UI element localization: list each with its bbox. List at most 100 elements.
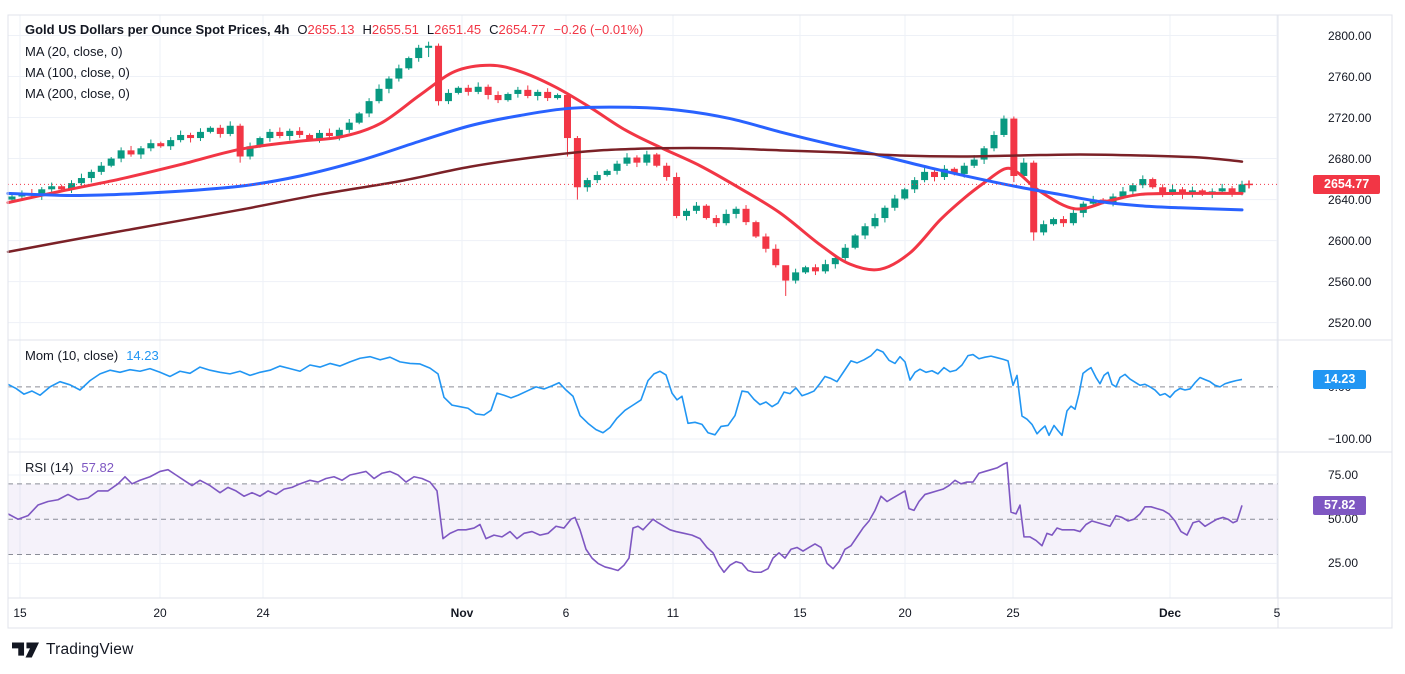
candle: [653, 153, 660, 167]
time-axis-label: 20: [153, 606, 166, 620]
candle: [514, 87, 521, 98]
candle: [1139, 175, 1146, 188]
candle: [78, 174, 85, 186]
price-axis-label: 2520.00: [1328, 316, 1371, 330]
candle: [1060, 216, 1067, 227]
candle: [276, 127, 283, 138]
candle: [673, 173, 680, 219]
time-axis-label: 15: [793, 606, 806, 620]
candle: [614, 161, 621, 175]
candle: [366, 98, 373, 117]
candle: [624, 153, 631, 166]
candle: [504, 92, 511, 101]
candle: [812, 264, 819, 275]
price-axis-label: 2600.00: [1328, 234, 1371, 248]
candle: [683, 209, 690, 221]
candle: [207, 126, 214, 133]
indicator-legend-ma20[interactable]: MA (20, close, 0): [25, 44, 123, 59]
candle: [356, 112, 363, 124]
tradingview-logo-text: TradingView: [46, 641, 134, 659]
time-axis-label: Dec: [1159, 606, 1181, 620]
rsi-axis-label: 25.00: [1328, 556, 1358, 570]
candles: [9, 42, 1246, 296]
candle: [118, 147, 125, 162]
current-price-badge: 2654.77: [1313, 175, 1380, 194]
open-key: O: [297, 22, 307, 37]
rsi-label: RSI (14): [25, 460, 73, 475]
tradingview-logo[interactable]: TradingView: [12, 641, 134, 659]
indicator-legend-ma200[interactable]: MA (200, close, 0): [25, 86, 130, 101]
candle: [554, 93, 561, 99]
candle: [544, 88, 551, 101]
candle: [871, 214, 878, 229]
candle: [227, 121, 234, 136]
time-axis-label: 11: [667, 606, 679, 620]
candle: [822, 260, 829, 274]
ma100-label: MA (100, close, 0): [25, 65, 130, 80]
candle: [901, 188, 908, 200]
candle: [495, 91, 502, 103]
momentum-line: [8, 349, 1242, 435]
candle: [782, 265, 789, 296]
candle: [713, 215, 720, 227]
low-key: L: [427, 22, 434, 37]
candle: [177, 131, 184, 143]
symbol-title: Gold US Dollars per Ounce Spot Prices, 4…: [25, 22, 289, 37]
candle: [395, 65, 402, 82]
candle: [1159, 184, 1166, 197]
chart-canvas[interactable]: [0, 0, 1405, 674]
candle: [1149, 178, 1156, 189]
candle: [633, 155, 640, 167]
indicator-legend-momentum[interactable]: Mom (10, close) 14.23: [25, 348, 159, 363]
candle: [991, 131, 998, 151]
close-value: 2654.77: [499, 22, 546, 37]
candle: [98, 162, 105, 175]
price-axis-label: 2560.00: [1328, 275, 1371, 289]
time-axis-label: 20: [898, 606, 911, 620]
candle: [475, 82, 482, 94]
tradingview-chart-widget: 2800.002760.002720.002680.002640.002600.…: [0, 0, 1405, 674]
price-axis-label: 2720.00: [1328, 111, 1371, 125]
candle: [385, 76, 392, 93]
symbol-legend-row[interactable]: Gold US Dollars per Ounce Spot Prices, 4…: [25, 22, 643, 37]
current-price-line: [8, 180, 1278, 188]
candle: [108, 157, 115, 167]
candle: [128, 146, 135, 157]
candle: [594, 171, 601, 183]
candle: [296, 127, 303, 138]
candle: [247, 143, 254, 160]
time-axis-label: 6: [563, 606, 570, 620]
candle: [435, 44, 442, 106]
indicator-legend-rsi[interactable]: RSI (14) 57.82: [25, 460, 114, 475]
candle: [534, 90, 541, 101]
candle: [862, 223, 869, 239]
candle: [762, 234, 769, 253]
candle: [564, 93, 571, 157]
rsi-band: [8, 484, 1278, 555]
rsi-axis-label: 75.00: [1328, 468, 1358, 482]
low-value: 2651.45: [434, 22, 481, 37]
open-value: 2655.13: [308, 22, 355, 37]
price-axis-label: 2760.00: [1328, 70, 1371, 84]
candle: [802, 266, 809, 274]
candle: [891, 195, 898, 211]
close-key: C: [489, 22, 498, 37]
candle: [465, 85, 472, 96]
candle: [604, 169, 611, 176]
ohlc-open: O2655.13: [297, 22, 354, 37]
high-value: 2655.51: [372, 22, 419, 37]
ohlc-high: H2655.51: [363, 22, 419, 37]
candle: [931, 170, 938, 182]
ma20-label: MA (20, close, 0): [25, 44, 123, 59]
candle: [663, 163, 670, 181]
candle: [157, 142, 164, 148]
candle: [752, 221, 759, 238]
candle: [723, 210, 730, 226]
change-value: −0.26 (−0.01%): [554, 22, 644, 37]
candle: [167, 137, 174, 150]
rsi-value-badge: 57.82: [1313, 496, 1366, 515]
candle: [643, 151, 650, 166]
indicator-legend-ma100[interactable]: MA (100, close, 0): [25, 65, 130, 80]
price-axis-label: 2640.00: [1328, 193, 1371, 207]
candle: [1050, 218, 1057, 226]
